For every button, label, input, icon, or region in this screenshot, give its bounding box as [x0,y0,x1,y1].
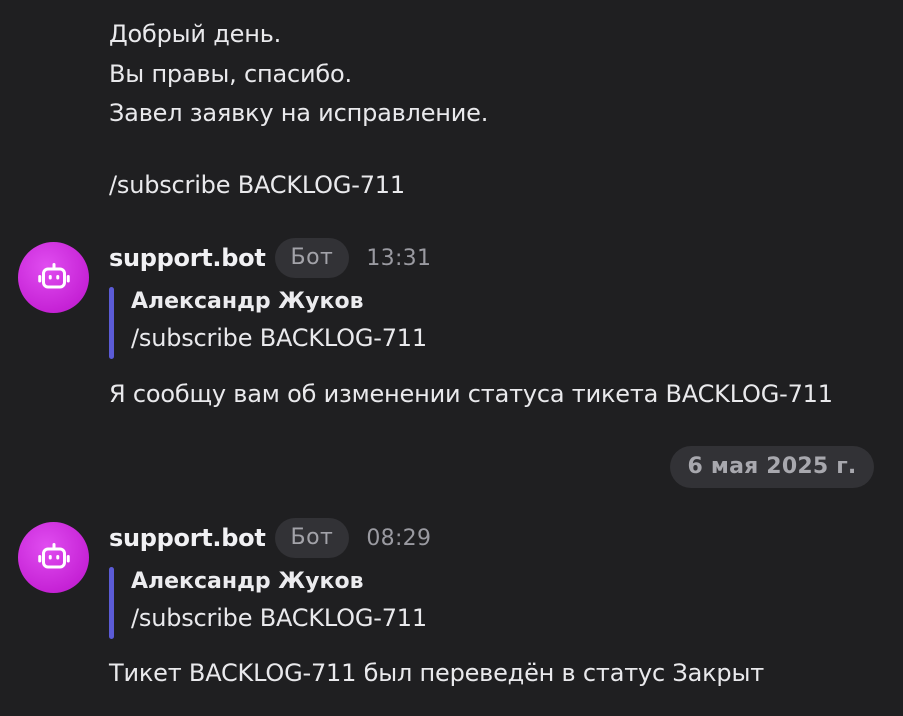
quote-text: /subscribe BACKLOG-711 [131,604,427,632]
date-separator: 6 мая 2025 г. [670,446,874,488]
reply-quote[interactable]: Александр Жуков /subscribe BACKLOG-711 [109,567,709,639]
message-line: /subscribe BACKLOG-711 [109,171,405,199]
bot-badge: Бот [274,238,350,278]
quote-author: Александр Жуков [131,289,364,314]
quote-author: Александр Жуков [131,569,364,594]
quote-text: /subscribe BACKLOG-711 [131,324,427,352]
robot-icon [37,542,70,568]
author-name[interactable]: support.bot [109,244,266,272]
message-text: Я сообщу вам об изменении статуса тикета… [109,380,833,408]
robot-icon [37,262,70,288]
avatar[interactable] [18,522,89,593]
message-header: support.bot Бот 13:31 [109,238,431,278]
message-line: Вы правы, спасибо. [109,60,352,88]
author-name[interactable]: support.bot [109,524,266,552]
message-timestamp[interactable]: 13:31 [366,246,431,271]
reply-quote[interactable]: Александр Жуков /subscribe BACKLOG-711 [109,287,709,359]
message-timestamp[interactable]: 08:29 [366,526,431,551]
message-text: Тикет BACKLOG-711 был переведён в статус… [109,659,764,687]
message-header: support.bot Бот 08:29 [109,518,431,558]
avatar[interactable] [18,242,89,313]
quote-bar [109,287,114,359]
bot-badge: Бот [274,518,350,558]
quote-bar [109,567,114,639]
message-line: Завел заявку на исправление. [109,99,489,127]
message-line: Добрый день. [109,20,282,48]
